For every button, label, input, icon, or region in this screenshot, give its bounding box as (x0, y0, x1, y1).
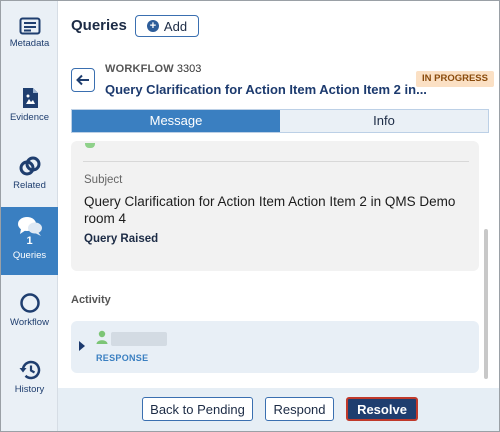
workflow-title: Query Clarification for Action Item Acti… (105, 82, 427, 97)
divider (83, 161, 469, 162)
resolve-button[interactable]: Resolve (346, 397, 418, 421)
sidebar-item-workflow[interactable]: Workflow (1, 292, 58, 328)
status-badge: IN PROGRESS (416, 71, 494, 87)
tab-info[interactable]: Info (280, 110, 488, 132)
link-icon (19, 156, 40, 176)
sidebar-item-history[interactable]: History (1, 359, 58, 395)
back-to-pending-button[interactable]: Back to Pending (142, 397, 253, 421)
circle-icon (19, 293, 40, 313)
activity-entry[interactable] (71, 321, 479, 373)
scrollbar[interactable] (484, 229, 488, 379)
activity-type-label: RESPONSE (96, 353, 149, 363)
expand-caret-icon[interactable] (79, 341, 85, 351)
sidebar-item-label: Workflow (10, 317, 49, 328)
user-icon (96, 330, 108, 344)
respond-button[interactable]: Respond (265, 397, 334, 421)
subject-label: Subject (84, 174, 123, 186)
add-button-label: Add (163, 18, 188, 34)
page-title: Queries (71, 17, 127, 34)
sidebar-item-label: Evidence (9, 112, 50, 123)
plus-icon: + (146, 20, 159, 32)
sidebar-item-label: History (14, 384, 45, 395)
sidebar-item-evidence[interactable]: Evidence (1, 87, 58, 123)
workflow-id: WORKFLOW 3303 (105, 63, 201, 75)
evidence-icon (22, 88, 38, 108)
sidebar-item-queries[interactable]: 1 Queries (1, 207, 58, 275)
metadata-icon (19, 17, 40, 35)
redacted-user-name (111, 332, 167, 346)
sidebar-item-label: Related (13, 180, 46, 191)
sidebar-item-related[interactable]: Related (1, 155, 58, 191)
workflow-label: WORKFLOW (105, 63, 174, 75)
sidebar-item-label: Metadata (9, 38, 50, 49)
sidebar-item-label: Queries (12, 250, 47, 261)
history-icon (19, 360, 40, 380)
queries-panel: Metadata Evidence Related 1 Queries Work… (0, 0, 500, 432)
tab-message[interactable]: Message (72, 110, 280, 132)
chat-bubbles-icon (17, 217, 42, 236)
arrow-left-icon (76, 74, 89, 86)
add-query-button[interactable]: + Add (135, 15, 199, 37)
queries-count-badge: 1 (26, 235, 33, 247)
query-status-text: Query Raised (84, 233, 159, 245)
sidebar: Metadata Evidence Related 1 Queries Work… (1, 1, 58, 431)
back-button[interactable] (71, 68, 95, 92)
tab-bar: Message Info (71, 109, 489, 133)
subject-text: Query Clarification for Action Item Acti… (84, 194, 456, 226)
workflow-number: 3303 (176, 63, 202, 75)
activity-heading: Activity (71, 294, 111, 306)
sidebar-item-metadata[interactable]: Metadata (1, 17, 58, 49)
